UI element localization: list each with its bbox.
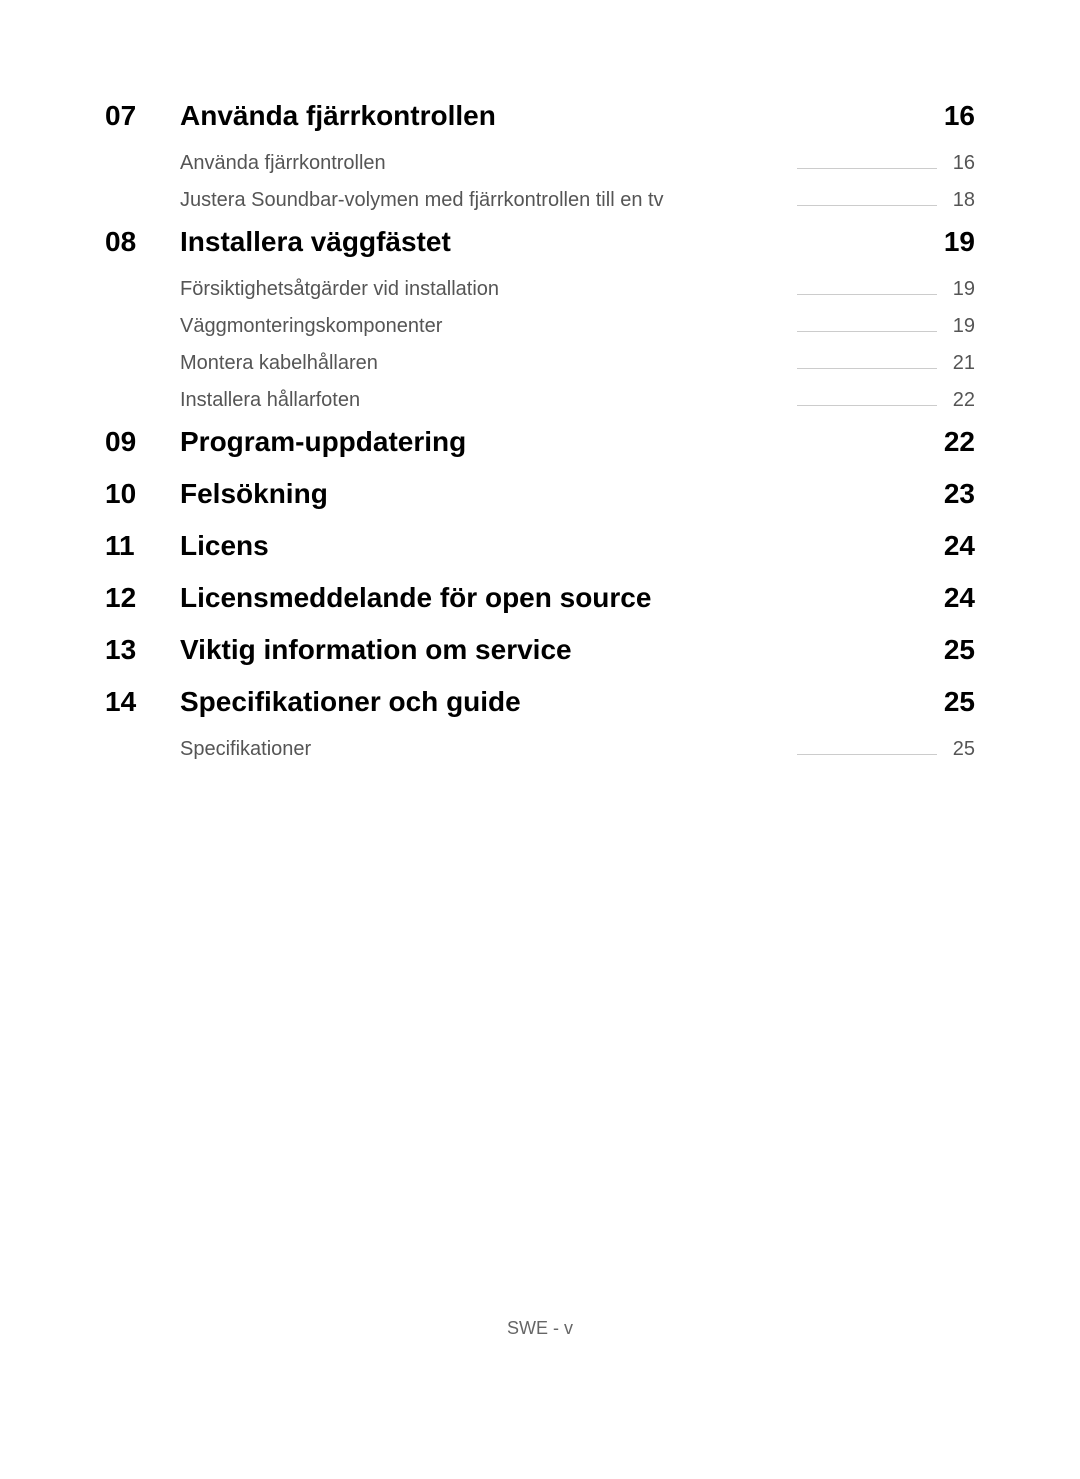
sub-title: Installera hållarfoten xyxy=(180,389,360,412)
section-title: Program-uppdatering xyxy=(180,426,924,458)
section-page: 24 xyxy=(924,582,975,614)
leader-line-wrap xyxy=(380,405,937,406)
section-title: Viktig information om service xyxy=(180,634,924,666)
section-page: 25 xyxy=(924,686,975,718)
sub-title: Försiktighetsåtgärder vid installation xyxy=(180,278,499,301)
section-title: Använda fjärrkontrollen xyxy=(180,100,924,132)
sub-page: 22 xyxy=(945,389,975,412)
section-page: 23 xyxy=(924,478,975,510)
sub-page: 16 xyxy=(945,152,975,175)
toc-section-row[interactable]: 12 Licensmeddelande för open source 24 xyxy=(105,582,975,614)
sub-title: Justera Soundbar-volymen med fjärrkontro… xyxy=(180,189,664,212)
leader-line xyxy=(797,754,937,755)
section-number: 12 xyxy=(105,582,180,614)
toc-section: 14 Specifikationer och guide 25 Specifik… xyxy=(105,686,975,761)
toc-section: 07 Använda fjärrkontrollen 16 Använda fj… xyxy=(105,100,975,212)
section-title: Installera väggfästet xyxy=(180,226,924,258)
toc-section-row[interactable]: 07 Använda fjärrkontrollen 16 xyxy=(105,100,975,132)
toc-section: 11 Licens 24 xyxy=(105,530,975,562)
toc-section: 08 Installera väggfästet 19 Försiktighet… xyxy=(105,226,975,412)
leader-line xyxy=(797,331,937,332)
leader-line xyxy=(797,205,937,206)
section-title: Licens xyxy=(180,530,924,562)
sub-page: 25 xyxy=(945,738,975,761)
leader-line-wrap xyxy=(398,368,937,369)
leader-line xyxy=(797,368,937,369)
section-number: 10 xyxy=(105,478,180,510)
section-number: 13 xyxy=(105,634,180,666)
toc-section: 13 Viktig information om service 25 xyxy=(105,634,975,666)
leader-line-wrap xyxy=(684,205,937,206)
leader-line xyxy=(797,405,937,406)
sub-title: Använda fjärrkontrollen xyxy=(180,152,386,175)
sub-title: Väggmonteringskomponenter xyxy=(180,315,442,338)
toc-sub-item[interactable]: Specifikationer 25 xyxy=(180,738,975,761)
sub-title: Montera kabelhållaren xyxy=(180,352,378,375)
section-title: Felsökning xyxy=(180,478,924,510)
toc-container: 07 Använda fjärrkontrollen 16 Använda fj… xyxy=(0,0,1080,761)
toc-section: 10 Felsökning 23 xyxy=(105,478,975,510)
toc-section: 09 Program-uppdatering 22 xyxy=(105,426,975,458)
section-page: 16 xyxy=(924,100,975,132)
toc-section-row[interactable]: 14 Specifikationer och guide 25 xyxy=(105,686,975,718)
section-number: 11 xyxy=(105,530,180,562)
section-page: 24 xyxy=(924,530,975,562)
toc-sub-item[interactable]: Installera hållarfoten 22 xyxy=(180,389,975,412)
toc-section-row[interactable]: 10 Felsökning 23 xyxy=(105,478,975,510)
section-page: 25 xyxy=(924,634,975,666)
page-footer: SWE - v xyxy=(0,1318,1080,1339)
section-number: 09 xyxy=(105,426,180,458)
section-number: 08 xyxy=(105,226,180,258)
toc-section: 12 Licensmeddelande för open source 24 xyxy=(105,582,975,614)
footer-text: SWE - v xyxy=(507,1318,573,1338)
leader-line-wrap xyxy=(462,331,937,332)
leader-line-wrap xyxy=(406,168,937,169)
leader-line-wrap xyxy=(331,754,937,755)
leader-line xyxy=(797,168,937,169)
toc-section-row[interactable]: 09 Program-uppdatering 22 xyxy=(105,426,975,458)
sub-page: 19 xyxy=(945,278,975,301)
section-title: Licensmeddelande för open source xyxy=(180,582,924,614)
section-page: 19 xyxy=(924,226,975,258)
toc-sub-item[interactable]: Använda fjärrkontrollen 16 xyxy=(180,152,975,175)
section-number: 14 xyxy=(105,686,180,718)
section-number: 07 xyxy=(105,100,180,132)
toc-section-row[interactable]: 08 Installera väggfästet 19 xyxy=(105,226,975,258)
leader-line xyxy=(797,294,937,295)
sub-page: 21 xyxy=(945,352,975,375)
toc-sub-item[interactable]: Justera Soundbar-volymen med fjärrkontro… xyxy=(180,189,975,212)
leader-line-wrap xyxy=(519,294,937,295)
toc-section-row[interactable]: 13 Viktig information om service 25 xyxy=(105,634,975,666)
section-title: Specifikationer och guide xyxy=(180,686,924,718)
toc-sub-item[interactable]: Montera kabelhållaren 21 xyxy=(180,352,975,375)
toc-sub-item[interactable]: Väggmonteringskomponenter 19 xyxy=(180,315,975,338)
toc-section-row[interactable]: 11 Licens 24 xyxy=(105,530,975,562)
sub-page: 19 xyxy=(945,315,975,338)
toc-sub-item[interactable]: Försiktighetsåtgärder vid installation 1… xyxy=(180,278,975,301)
sub-title: Specifikationer xyxy=(180,738,311,761)
sub-page: 18 xyxy=(945,189,975,212)
section-page: 22 xyxy=(924,426,975,458)
